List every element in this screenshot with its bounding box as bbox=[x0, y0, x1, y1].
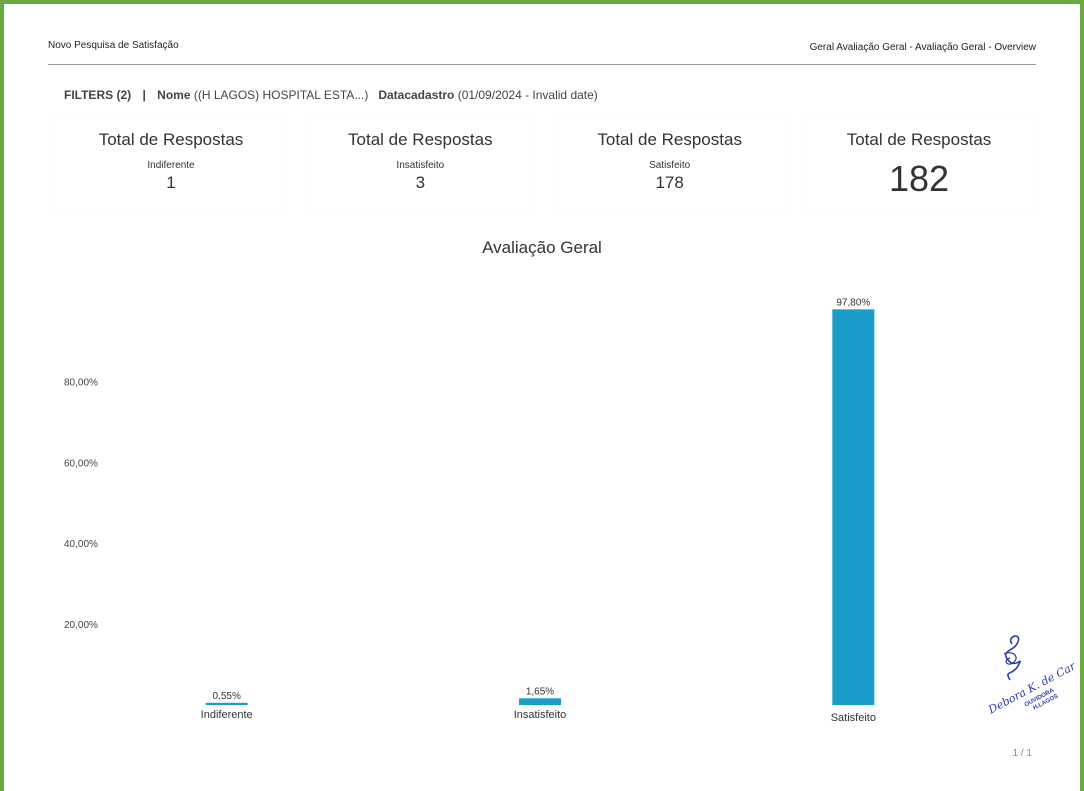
filters-bar: FILTERS (2) | Nome ((H LAGOS) HOSPITAL E… bbox=[64, 88, 598, 102]
data-label: 0,55% bbox=[212, 691, 240, 702]
chart-title: Avaliação Geral bbox=[482, 238, 602, 257]
kpi-subtitle: Insatisfeito bbox=[396, 160, 445, 171]
y-tick-label: 40,00% bbox=[64, 539, 98, 550]
kpi-card-indiferente: Total de Respostas Indiferente 1 bbox=[56, 118, 286, 214]
kpi-subtitle: Indiferente bbox=[147, 160, 195, 171]
filter-date-value[interactable]: (01/09/2024 - Invalid date) bbox=[458, 88, 598, 102]
bar-indiferente[interactable] bbox=[205, 702, 248, 705]
kpi-row: Total de Respostas Indiferente 1 Total d… bbox=[56, 118, 1034, 214]
page-number: 1 / 1 bbox=[1012, 748, 1032, 759]
filter-name-label: Nome bbox=[157, 88, 191, 102]
x-category-label: Satisfeito bbox=[831, 712, 876, 724]
filter-name-value[interactable]: ((H LAGOS) HOSPITAL ESTA...) bbox=[194, 88, 368, 102]
y-tick-label: 60,00% bbox=[64, 458, 98, 469]
bar-satisfeito[interactable] bbox=[832, 309, 875, 705]
kpi-title: Total de Respostas bbox=[98, 130, 244, 149]
kpi-title: Total de Respostas bbox=[846, 130, 992, 149]
kpi-card-insatisfeito: Total de Respostas Insatisfeito 3 bbox=[305, 118, 536, 214]
data-label: 97,80% bbox=[836, 297, 870, 308]
kpi-card-satisfeito: Total de Respostas Satisfeito 178 bbox=[554, 118, 785, 214]
kpi-subtitle: Satisfeito bbox=[649, 160, 691, 171]
data-label: 1,65% bbox=[526, 686, 554, 697]
y-tick-label: 20,00% bbox=[64, 620, 98, 631]
bar-chart: 20,00% 40,00% 60,00% 80,00% 0,55% Indiferente… bbox=[64, 297, 876, 724]
x-category-label: Indiferente bbox=[201, 709, 253, 721]
kpi-value: 3 bbox=[415, 173, 426, 192]
bar-insatisfeito[interactable] bbox=[519, 698, 561, 705]
y-tick-label: 80,00% bbox=[64, 377, 98, 388]
report-title: Novo Pesquisa de Satisfação bbox=[48, 40, 179, 51]
kpi-card-total: Total de Respostas 182 bbox=[803, 118, 1034, 214]
report-header: Novo Pesquisa de Satisfação Geral Avalia… bbox=[48, 36, 1036, 65]
kpi-value: 1 bbox=[166, 173, 176, 192]
filter-date-label: Datacadastro bbox=[378, 88, 455, 102]
filters-count[interactable]: FILTERS (2) bbox=[64, 88, 131, 102]
x-category-label: Insatisfeito bbox=[514, 709, 567, 721]
kpi-value-total: 182 bbox=[888, 158, 950, 199]
kpi-title: Total de Respostas bbox=[348, 130, 493, 149]
report-breadcrumb: Geral Avaliação Geral - Avaliação Geral … bbox=[809, 42, 1036, 53]
kpi-title: Total de Respostas bbox=[597, 130, 742, 149]
signature-stamp: Debora K. de Carvalho OUVIDORA H.LAGOS bbox=[985, 635, 1074, 716]
filters-separator: | bbox=[142, 88, 146, 102]
kpi-value: 178 bbox=[655, 173, 684, 192]
